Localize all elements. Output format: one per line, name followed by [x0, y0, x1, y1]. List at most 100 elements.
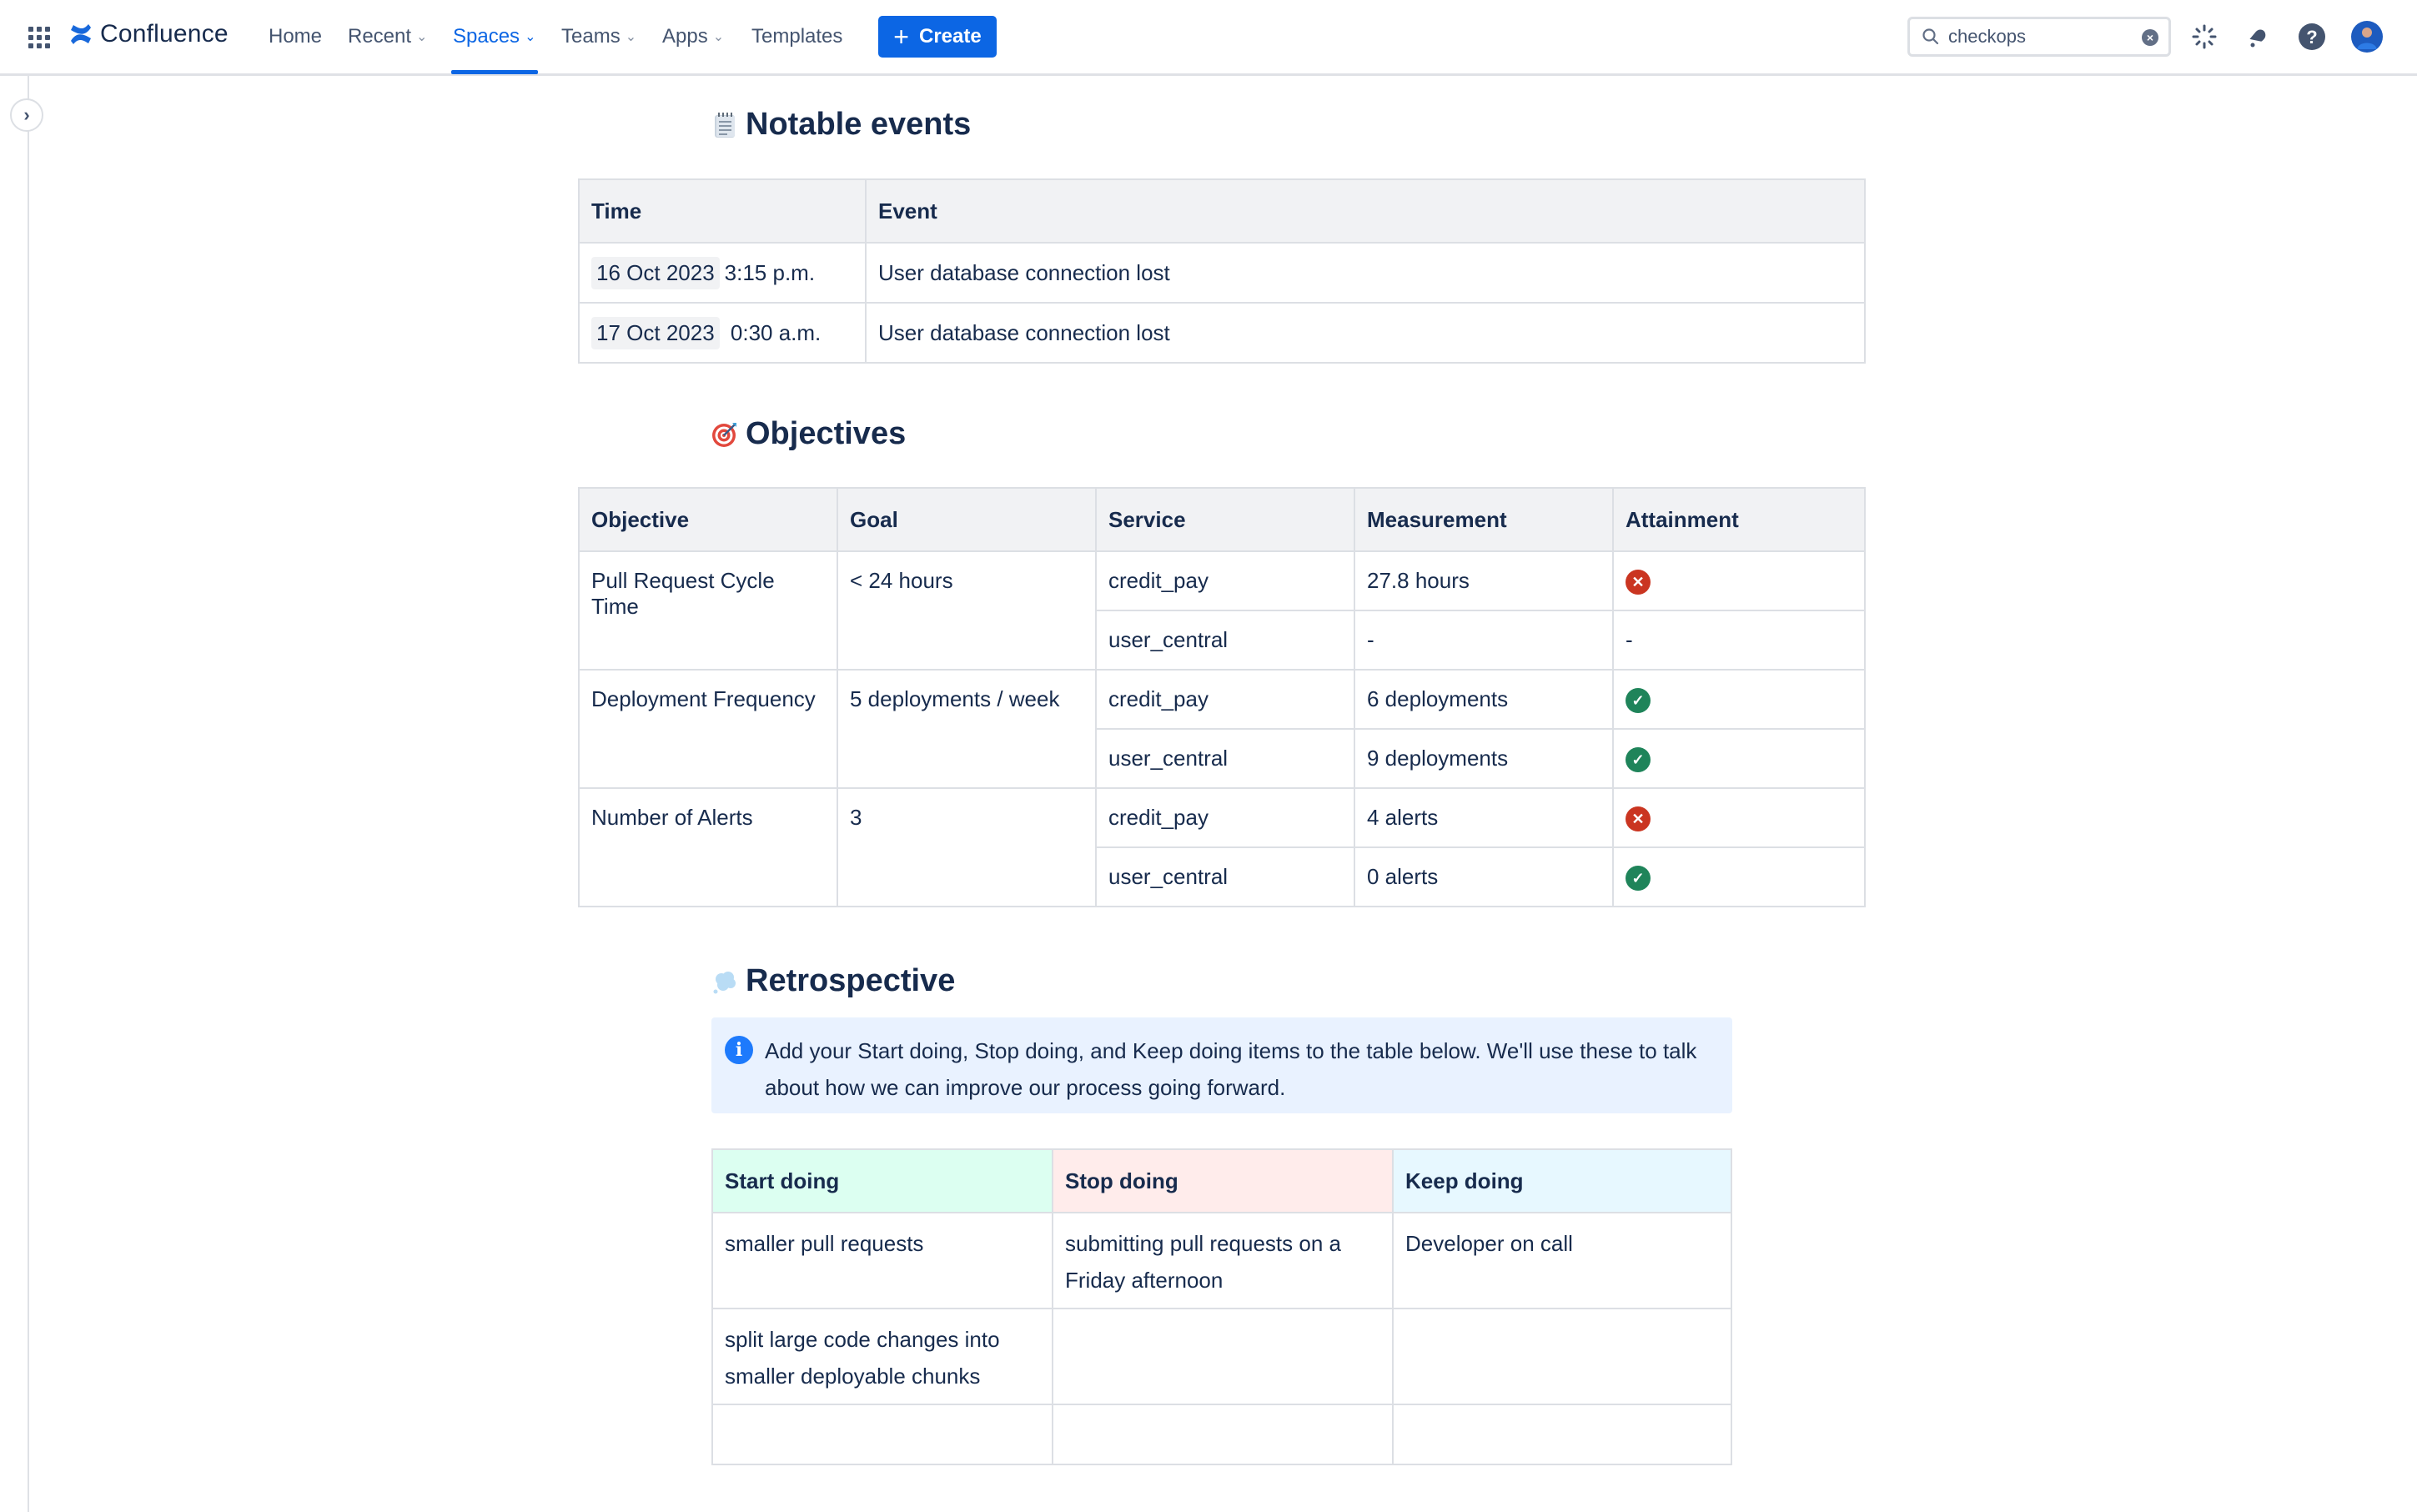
chevron-down-icon: ⌄ [525, 30, 536, 44]
loading-spinner-icon[interactable] [2188, 20, 2221, 53]
notable-events-heading: Notable events [711, 107, 971, 143]
active-tab-indicator [451, 70, 538, 74]
sidebar-border [28, 75, 29, 1512]
nav-apps[interactable]: Apps ⌄ [662, 0, 724, 73]
goal-cell: 3 [837, 787, 1097, 907]
retrospective-heading: Retrospective [711, 963, 955, 999]
service-cell: credit_pay [1095, 550, 1355, 611]
confluence-logo[interactable]: Confluence [68, 20, 229, 48]
service-cell: user_central [1095, 728, 1355, 789]
service-cell: user_central [1095, 610, 1355, 671]
objective-cell: Deployment Frequency [578, 669, 838, 789]
objective-cell: Number of Alerts [578, 787, 838, 907]
table-row [711, 1404, 1732, 1465]
stop-doing-cell: submitting pull requests on a Friday aft… [1052, 1212, 1394, 1309]
search-input[interactable] [1947, 25, 2142, 48]
nav-recent[interactable]: Recent ⌄ [348, 0, 427, 73]
start-doing-cell: smaller pull requests [711, 1212, 1053, 1309]
column-header-stop-doing: Stop doing [1052, 1148, 1394, 1213]
thought-bubble-icon [713, 971, 736, 993]
nav-teams-label: Teams [561, 25, 621, 48]
table-header-row: Time Event [578, 178, 1866, 244]
plus-icon: + [893, 22, 909, 52]
column-header-attainment: Attainment [1612, 487, 1866, 552]
start-doing-cell: split large code changes into smaller de… [711, 1308, 1053, 1405]
column-header-start-doing: Start doing [711, 1148, 1053, 1213]
info-icon: i [725, 1036, 753, 1064]
keep-doing-cell [1392, 1404, 1732, 1465]
nav-templates[interactable]: Templates [751, 0, 842, 73]
column-header-time: Time [578, 178, 867, 244]
clear-search-icon[interactable]: × [2142, 29, 2158, 46]
service-cell: credit_pay [1095, 787, 1355, 848]
target-icon [712, 422, 736, 447]
table-header-row: Start doing Stop doing Keep doing [711, 1148, 1732, 1213]
measurement-cell: 9 deployments [1354, 728, 1614, 789]
column-header-measurement: Measurement [1354, 487, 1614, 552]
cross-status-icon: ✕ [1626, 806, 1651, 831]
notifications-bell-icon[interactable] [2241, 20, 2274, 53]
keep-doing-cell [1392, 1308, 1732, 1405]
attainment-cell: - [1612, 610, 1866, 671]
column-header-goal: Goal [837, 487, 1097, 552]
event-time: 0:30 a.m. [730, 319, 822, 345]
date-chip[interactable]: 17 Oct 2023 [591, 316, 720, 349]
nav-spaces[interactable]: Spaces ⌄ [453, 0, 535, 73]
table-row: split large code changes into smaller de… [711, 1308, 1732, 1405]
notable-events-title: Notable events [746, 107, 972, 142]
app-switcher-icon[interactable] [28, 27, 50, 48]
event-description: User database connection lost [865, 302, 1866, 364]
event-time-cell: 16 Oct 2023 3:15 p.m. [578, 242, 867, 304]
measurement-cell: 27.8 hours [1354, 550, 1614, 611]
notable-events-table: Time Event 16 Oct 2023 3:15 p.m. User dat… [578, 178, 1866, 364]
stop-doing-cell [1052, 1308, 1394, 1405]
nav-spaces-label: Spaces [453, 25, 520, 48]
chevron-down-icon: ⌄ [416, 30, 428, 44]
table-row: Pull Request Cycle Time < 24 hours credi… [578, 550, 1866, 671]
table-header-row: Objective Goal Service Measurement Attai… [578, 487, 1866, 552]
table-row: Deployment Frequency 5 deployments / wee… [578, 669, 1866, 789]
event-time-cell: 17 Oct 2023 0:30 a.m. [578, 302, 867, 364]
attainment-cell: ✓ [1612, 846, 1866, 907]
column-header-keep-doing: Keep doing [1392, 1148, 1732, 1213]
cross-status-icon: ✕ [1626, 569, 1651, 595]
measurement-cell: - [1354, 610, 1614, 671]
service-cell: user_central [1095, 846, 1355, 907]
user-avatar[interactable] [2350, 20, 2384, 53]
create-button[interactable]: + Create [878, 16, 997, 58]
goal-cell: 5 deployments / week [837, 669, 1097, 789]
nav-recent-label: Recent [348, 25, 412, 48]
notepad-icon [715, 112, 735, 138]
svg-text:?: ? [2306, 27, 2317, 48]
nav-teams[interactable]: Teams ⌄ [561, 0, 636, 73]
search-box[interactable]: × [1907, 17, 2171, 57]
measurement-cell: 4 alerts [1354, 787, 1614, 848]
nav-home-label: Home [269, 25, 323, 48]
column-header-event: Event [865, 178, 1866, 244]
help-icon[interactable]: ? [2295, 20, 2329, 53]
attainment-cell: ✕ [1612, 550, 1866, 611]
table-row: smaller pull requests submitting pull re… [711, 1212, 1732, 1309]
retrospective-title: Retrospective [746, 963, 956, 998]
objectives-table: Objective Goal Service Measurement Attai… [578, 487, 1866, 907]
attainment-cell: ✓ [1612, 669, 1866, 730]
objectives-title: Objectives [746, 416, 907, 451]
objective-cell: Pull Request Cycle Time [578, 550, 838, 671]
info-panel: i Add your Start doing, Stop doing, and … [711, 1017, 1732, 1113]
create-button-label: Create [918, 25, 982, 48]
stop-doing-cell [1052, 1404, 1394, 1465]
date-chip[interactable]: 16 Oct 2023 [591, 256, 720, 289]
table-row: Number of Alerts 3 credit_pay 4 alerts ✕ [578, 787, 1866, 907]
objectives-heading: Objectives [711, 416, 906, 452]
table-row: 16 Oct 2023 3:15 p.m. User database conne… [578, 242, 1866, 304]
expand-sidebar-button[interactable]: › [10, 98, 43, 132]
event-description: User database connection lost [865, 242, 1866, 304]
check-status-icon: ✓ [1626, 865, 1651, 891]
info-panel-text: Add your Start doing, Stop doing, and Ke… [765, 1038, 1697, 1100]
attainment-cell: ✕ [1612, 787, 1866, 848]
confluence-logo-icon [71, 24, 91, 44]
attainment-cell: ✓ [1612, 728, 1866, 789]
nav-home[interactable]: Home [269, 0, 322, 73]
table-row: 17 Oct 2023 0:30 a.m. User database conn… [578, 302, 1866, 364]
start-doing-cell [711, 1404, 1053, 1465]
